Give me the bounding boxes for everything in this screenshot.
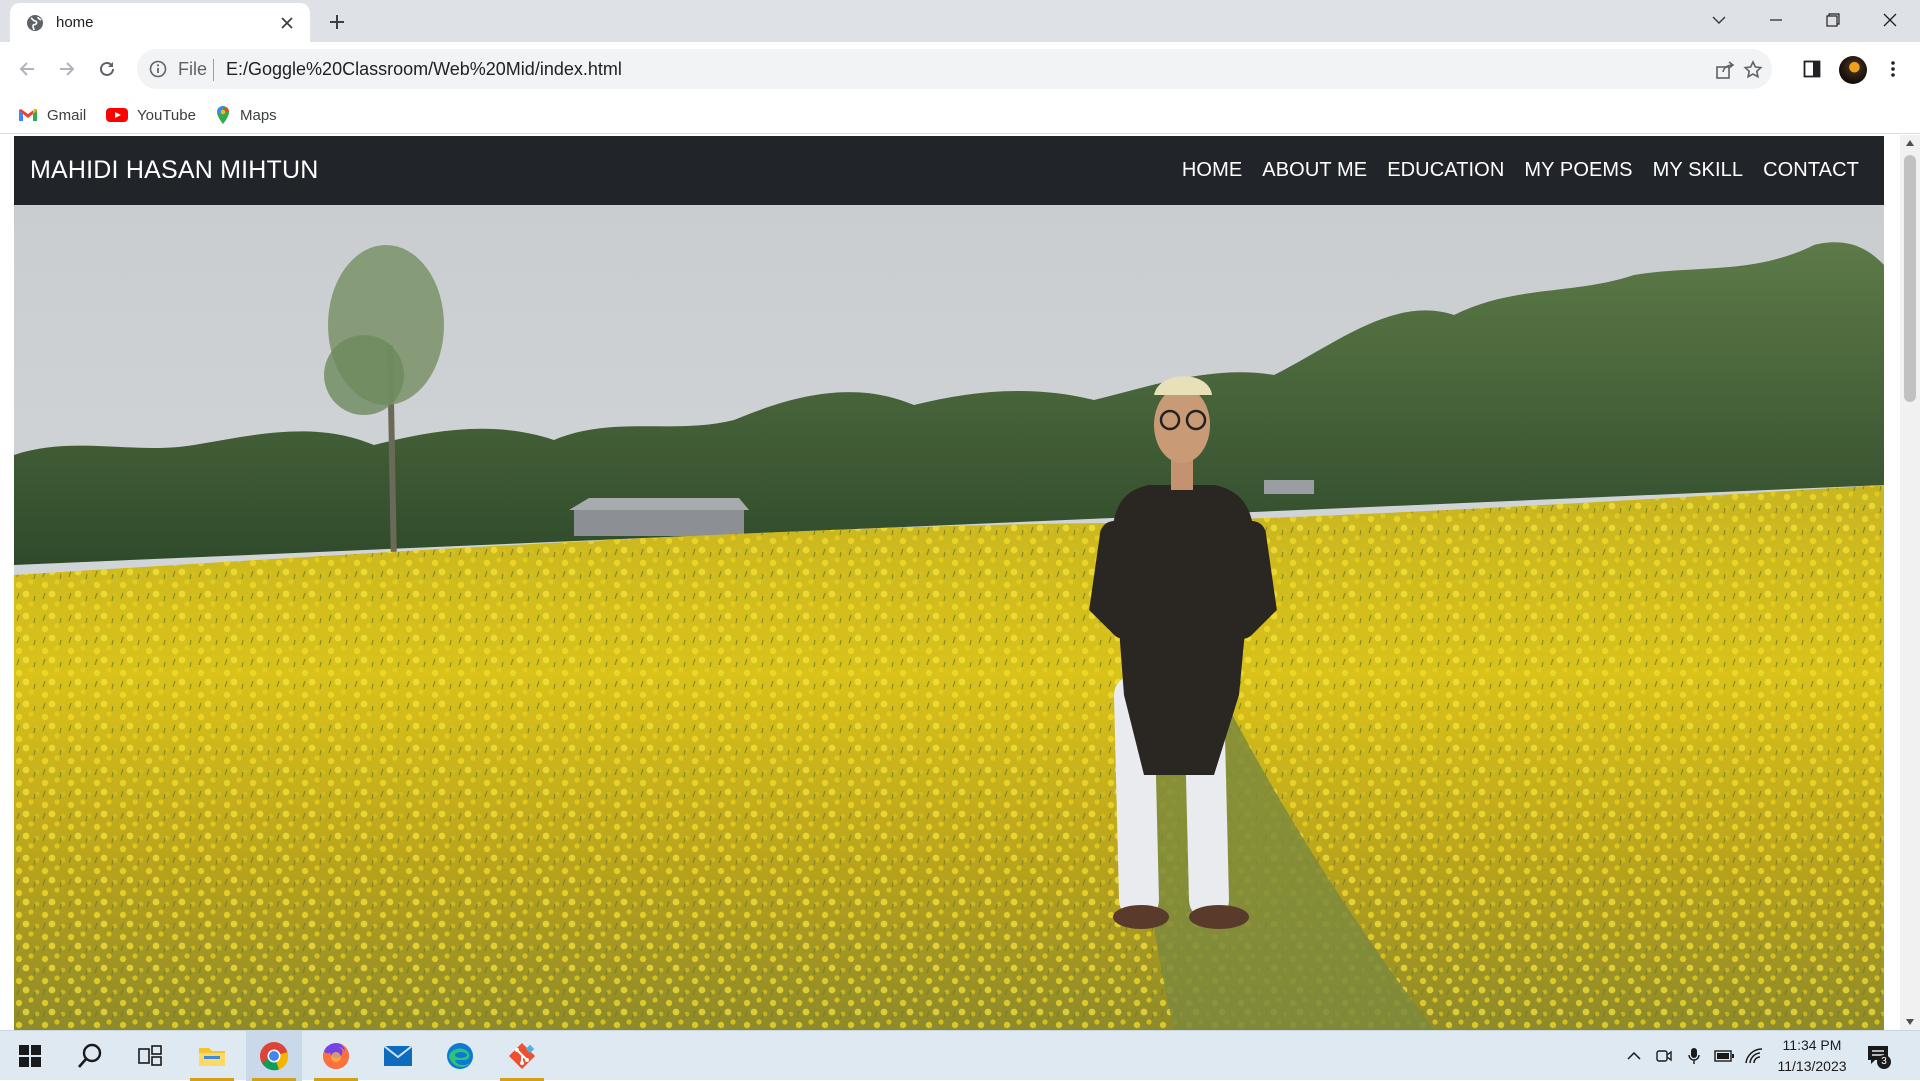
- side-panel-icon[interactable]: [1797, 54, 1827, 84]
- bookmark-gmail[interactable]: Gmail: [18, 104, 86, 126]
- restore-button[interactable]: [1805, 0, 1861, 40]
- battery-icon[interactable]: [1712, 1044, 1736, 1068]
- scroll-up-icon[interactable]: [1905, 139, 1915, 147]
- tab-strip: home: [0, 0, 1920, 42]
- microphone-icon[interactable]: [1682, 1044, 1706, 1068]
- bookmark-label: Maps: [240, 106, 277, 124]
- task-view-icon[interactable]: [122, 1031, 178, 1081]
- show-hidden-icons-icon[interactable]: [1622, 1044, 1646, 1068]
- page-viewport: MAHIDI HASAN MIHTUN HOME ABOUT ME EDUCAT…: [0, 135, 1920, 1030]
- address-bar[interactable]: File E:/Goggle%20Classroom/Web%20Mid/ind…: [137, 49, 1772, 89]
- git-icon[interactable]: [494, 1031, 550, 1081]
- start-icon[interactable]: [2, 1031, 58, 1081]
- notification-center-icon[interactable]: 3: [1866, 1043, 1891, 1069]
- bookmarks-bar: Gmail YouTube Maps: [0, 96, 1920, 134]
- windows-taskbar: 11:34 PM 11/13/2023 3: [0, 1030, 1920, 1081]
- youtube-icon: [106, 108, 128, 122]
- notification-count-badge: 3: [1877, 1055, 1891, 1069]
- profile-avatar[interactable]: [1839, 56, 1867, 84]
- globe-icon: [26, 14, 44, 32]
- url-divider: [213, 59, 214, 81]
- file-explorer-icon[interactable]: [184, 1031, 240, 1081]
- reload-button[interactable]: [91, 53, 123, 85]
- firefox-icon[interactable]: [308, 1031, 364, 1081]
- page-scrollbar[interactable]: [1900, 135, 1920, 1030]
- site-menu: HOME ABOUT ME EDUCATION MY POEMS MY SKIL…: [1182, 159, 1868, 182]
- gmail-icon: [19, 109, 37, 121]
- new-tab-button[interactable]: [323, 8, 351, 36]
- clock-time: 11:34 PM: [1782, 1037, 1842, 1053]
- browser-toolbar: File E:/Goggle%20Classroom/Web%20Mid/ind…: [0, 42, 1920, 96]
- nav-link-about-me[interactable]: ABOUT ME: [1262, 159, 1367, 182]
- minimize-button[interactable]: [1748, 0, 1804, 40]
- menu-kebab-icon[interactable]: [1878, 54, 1908, 84]
- url-text[interactable]: E:/Goggle%20Classroom/Web%20Mid/index.ht…: [226, 59, 622, 80]
- site-brand[interactable]: MAHIDI HASAN MIHTUN: [30, 156, 319, 185]
- chrome-icon[interactable]: [246, 1031, 302, 1081]
- edge-icon[interactable]: [432, 1031, 488, 1081]
- nav-link-education[interactable]: EDUCATION: [1387, 159, 1504, 182]
- url-scheme: File: [178, 59, 208, 79]
- scroll-down-icon[interactable]: [1905, 1018, 1915, 1026]
- share-icon[interactable]: [1713, 58, 1737, 82]
- info-icon[interactable]: [149, 60, 167, 78]
- nav-link-my-skill[interactable]: MY SKILL: [1653, 159, 1743, 182]
- close-window-button[interactable]: [1862, 0, 1918, 40]
- bookmark-star-icon[interactable]: [1741, 58, 1765, 82]
- hero-photo: [14, 205, 1884, 1030]
- close-tab-icon[interactable]: [276, 12, 298, 34]
- nav-link-my-poems[interactable]: MY POEMS: [1524, 159, 1632, 182]
- bookmark-youtube[interactable]: YouTube: [106, 104, 196, 126]
- clock-date: 11/13/2023: [1777, 1058, 1847, 1074]
- bookmark-label: Gmail: [47, 106, 87, 124]
- tab-search-icon[interactable]: [1691, 0, 1747, 40]
- browser-tab[interactable]: home: [10, 3, 310, 42]
- bookmark-label: YouTube: [137, 106, 196, 124]
- scrollbar-thumb[interactable]: [1904, 155, 1916, 402]
- tab-title: home: [56, 14, 94, 31]
- system-clock[interactable]: 11:34 PM 11/13/2023: [1762, 1035, 1862, 1077]
- site-navbar: MAHIDI HASAN MIHTUN HOME ABOUT ME EDUCAT…: [14, 136, 1884, 205]
- bookmark-maps[interactable]: Maps: [215, 104, 277, 126]
- search-icon[interactable]: [62, 1031, 118, 1081]
- back-button[interactable]: [11, 53, 43, 85]
- meet-now-icon[interactable]: [1652, 1044, 1676, 1068]
- forward-button[interactable]: [51, 53, 83, 85]
- maps-icon: [217, 106, 229, 124]
- nav-link-contact[interactable]: CONTACT: [1763, 159, 1859, 182]
- nav-link-home[interactable]: HOME: [1182, 159, 1242, 182]
- mail-icon[interactable]: [370, 1031, 426, 1081]
